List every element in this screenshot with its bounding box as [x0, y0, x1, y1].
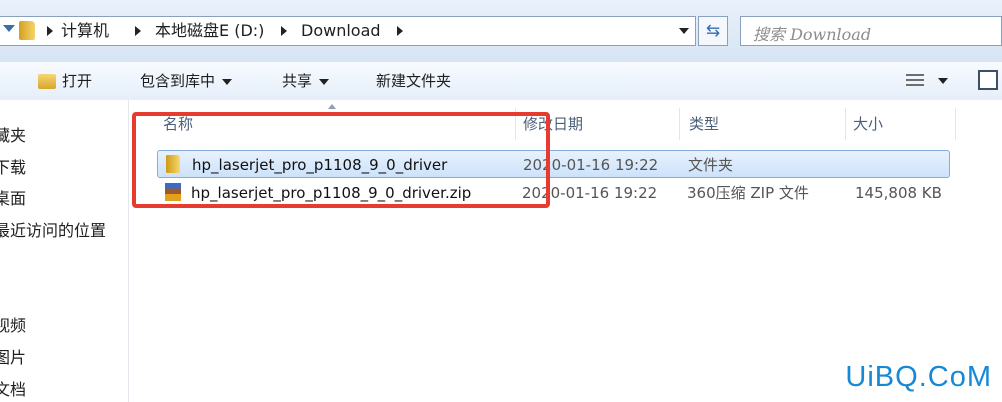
column-divider[interactable]: [955, 108, 956, 140]
navigation-pane: 藏夹 下载 桌面 最近访问的位置 视频 图片 文档: [0, 100, 129, 402]
new-folder-label: 新建文件夹: [376, 72, 452, 90]
column-header-name[interactable]: 名称: [163, 113, 193, 135]
nav-item-videos[interactable]: 视频: [0, 312, 26, 336]
share-button[interactable]: 共享: [282, 70, 330, 92]
nav-item-desktop[interactable]: 桌面: [0, 185, 26, 209]
chevron-right-icon[interactable]: [135, 26, 141, 36]
open-button[interactable]: 打开: [38, 70, 92, 92]
file-list: 名称 修改日期 类型 大小 hp_laserjet_pro_p1108_9_0_…: [129, 100, 1002, 402]
recent-locations-arrow-icon[interactable]: [3, 25, 15, 32]
file-row-folder[interactable]: hp_laserjet_pro_p1108_9_0_driver 2020-01…: [157, 150, 950, 178]
address-bar[interactable]: 计算机 本地磁盘E (D:) Download: [0, 16, 696, 46]
watermark: UiBQ.CoM: [845, 361, 992, 393]
column-header-type[interactable]: 类型: [689, 113, 719, 135]
breadcrumb-computer[interactable]: 计算机: [61, 21, 109, 41]
file-modified: 2020-01-16 19:22: [522, 184, 658, 202]
folder-icon: [19, 21, 35, 40]
address-bar-row: 计算机 本地磁盘E (D:) Download ⇆ 搜索 Download: [0, 0, 1002, 62]
search-placeholder: 搜索 Download: [753, 25, 872, 44]
preview-pane-icon[interactable]: [978, 70, 998, 90]
include-in-library-button[interactable]: 包含到库中: [140, 70, 233, 92]
folder-icon: [166, 155, 180, 173]
zip-archive-icon: [165, 183, 181, 201]
search-input[interactable]: 搜索 Download: [740, 16, 1002, 46]
refresh-button[interactable]: ⇆: [698, 16, 728, 46]
share-label: 共享: [282, 72, 313, 90]
address-history-dropdown-icon[interactable]: [679, 28, 689, 34]
breadcrumb-download[interactable]: Download: [301, 21, 381, 41]
file-name: hp_laserjet_pro_p1108_9_0_driver.zip: [191, 184, 472, 202]
file-type: 360压缩 ZIP 文件: [687, 184, 809, 202]
chevron-right-icon[interactable]: [397, 26, 403, 36]
file-size: 145,808 KB: [855, 184, 942, 202]
nav-item-favorites[interactable]: 藏夹: [0, 122, 26, 146]
nav-item-downloads[interactable]: 下载: [0, 154, 26, 178]
file-row-zip[interactable]: hp_laserjet_pro_p1108_9_0_driver.zip 202…: [157, 179, 950, 207]
file-name: hp_laserjet_pro_p1108_9_0_driver: [192, 156, 448, 174]
column-divider[interactable]: [845, 108, 846, 140]
chevron-down-icon[interactable]: [938, 78, 948, 84]
nav-item-documents[interactable]: 文档: [0, 376, 26, 400]
chevron-right-icon[interactable]: [47, 26, 53, 36]
file-type: 文件夹: [688, 156, 734, 174]
nav-item-pictures[interactable]: 图片: [0, 344, 26, 368]
file-modified: 2020-01-16 19:22: [523, 156, 659, 174]
sort-ascending-icon: [328, 104, 336, 109]
chevron-right-icon[interactable]: [281, 26, 287, 36]
chevron-down-icon: [319, 78, 330, 85]
command-bar: 打开 包含到库中 共享 新建文件夹: [0, 62, 1002, 101]
column-divider[interactable]: [515, 108, 516, 140]
open-folder-icon: [38, 74, 56, 89]
column-divider[interactable]: [679, 108, 680, 140]
breadcrumb-local-disk[interactable]: 本地磁盘E (D:): [155, 21, 264, 41]
open-button-label: 打开: [62, 72, 93, 90]
nav-item-recent-places[interactable]: 最近访问的位置: [0, 217, 106, 241]
include-in-library-label: 包含到库中: [140, 72, 216, 90]
column-header-size[interactable]: 大小: [853, 113, 883, 135]
column-header-modified[interactable]: 修改日期: [523, 113, 583, 135]
view-options-icon[interactable]: [906, 74, 924, 88]
chevron-down-icon: [222, 78, 233, 85]
new-folder-button[interactable]: 新建文件夹: [376, 70, 451, 92]
